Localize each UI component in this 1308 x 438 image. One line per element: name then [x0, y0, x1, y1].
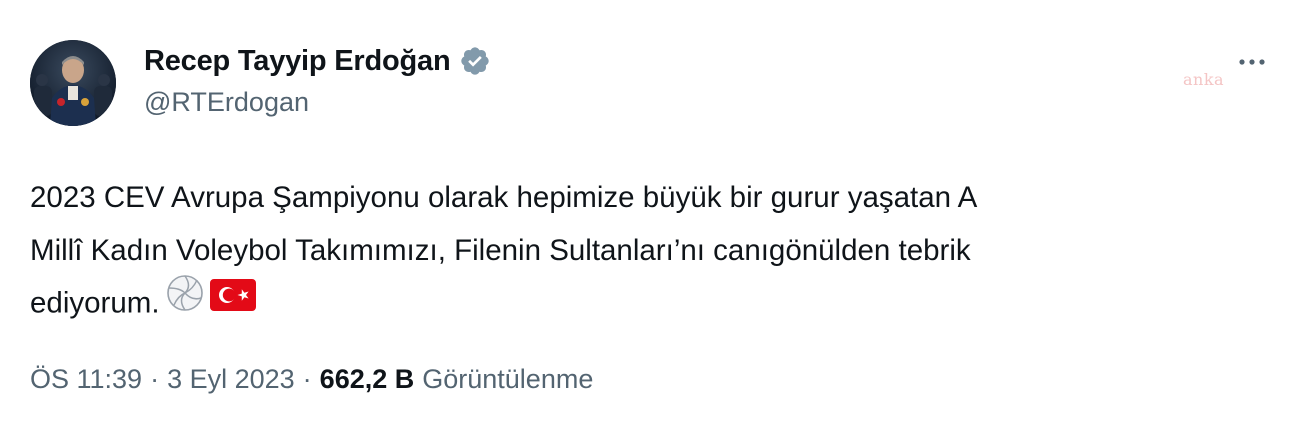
watermark: anka [1183, 70, 1225, 89]
author-name-row[interactable]: Recep Tayyip Erdoğan [144, 43, 491, 79]
tweet-time[interactable]: ÖS 11:39 [30, 364, 142, 395]
author-handle[interactable]: @RTErdogan [144, 87, 309, 118]
avatar-image [30, 40, 116, 126]
tweet-text-line-last: ediyorum. [30, 274, 1280, 333]
tweet-text-line: Millî Kadın Voleybol Takımımızı, Filenin… [30, 233, 971, 267]
more-horizontal-icon [1239, 59, 1265, 65]
tweet-text-line: 2023 CEV Avrupa Şampiyonu olarak hepimiz… [30, 181, 978, 214]
tweet-text-line: ediyorum. [30, 286, 160, 320]
volleyball-emoji [166, 274, 204, 330]
meta-separator: · [302, 364, 312, 394]
tweet-date[interactable]: 3 Eyl 2023 [167, 364, 295, 395]
views-count[interactable]: 662,2 B [320, 364, 415, 395]
author-display-name[interactable]: Recep Tayyip Erdoğan [144, 45, 451, 78]
verified-badge-icon [459, 45, 491, 77]
tweet-meta: ÖS 11:39 · 3 Eyl 2023 · 662,2 B Görüntül… [30, 364, 593, 395]
meta-separator: · [150, 364, 160, 394]
turkey-flag-emoji [209, 276, 256, 329]
views-label: Görüntülenme [422, 364, 594, 394]
tweet-text: 2023 CEV Avrupa Şampiyonu olarak hepimiz… [30, 172, 1280, 333]
avatar[interactable] [30, 40, 116, 126]
more-options-button[interactable] [1230, 42, 1274, 82]
